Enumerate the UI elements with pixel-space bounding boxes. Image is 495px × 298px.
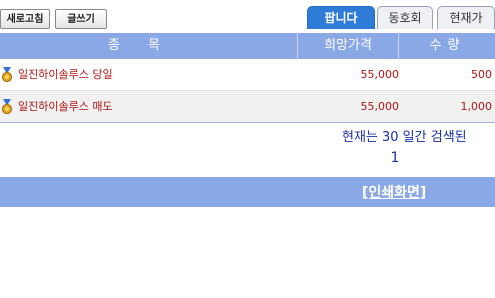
medal-icon bbox=[0, 99, 14, 115]
tab-club[interactable]: 동호회 bbox=[377, 6, 433, 29]
print-link[interactable]: [인쇄화면] bbox=[362, 182, 426, 202]
header-price: 희망가격 bbox=[297, 33, 398, 59]
header-name: 종목 bbox=[108, 38, 188, 53]
tab-sell[interactable]: 팝니다 bbox=[307, 6, 375, 29]
search-period-info: 현재는 30 일간 검색된 bbox=[342, 130, 467, 145]
tab-current-price[interactable]: 현재가 bbox=[437, 6, 495, 29]
table-header: 종목 희망가격 수량 bbox=[0, 33, 495, 59]
medal-icon bbox=[0, 67, 14, 83]
row-name[interactable]: 일진하이솔루스 매도 bbox=[18, 91, 113, 122]
row-quantity: 1,000 bbox=[460, 100, 493, 113]
table-row[interactable]: 일진하이솔루스 당일 55,000 500 bbox=[0, 59, 495, 91]
page-number[interactable]: 1 bbox=[385, 150, 405, 166]
refresh-button[interactable]: 새로고침 bbox=[0, 9, 50, 29]
header-quantity: 수량 bbox=[398, 33, 495, 59]
row-quantity: 500 bbox=[471, 68, 492, 81]
write-button[interactable]: 글쓰기 bbox=[55, 9, 107, 29]
row-price: 55,000 bbox=[360, 68, 400, 81]
row-name[interactable]: 일진하이솔루스 당일 bbox=[18, 59, 113, 90]
table-row[interactable]: 일진하이솔루스 매도 55,000 1,000 bbox=[0, 91, 495, 123]
footer-bar: [인쇄화면] bbox=[0, 177, 495, 207]
row-price: 55,000 bbox=[360, 100, 400, 113]
